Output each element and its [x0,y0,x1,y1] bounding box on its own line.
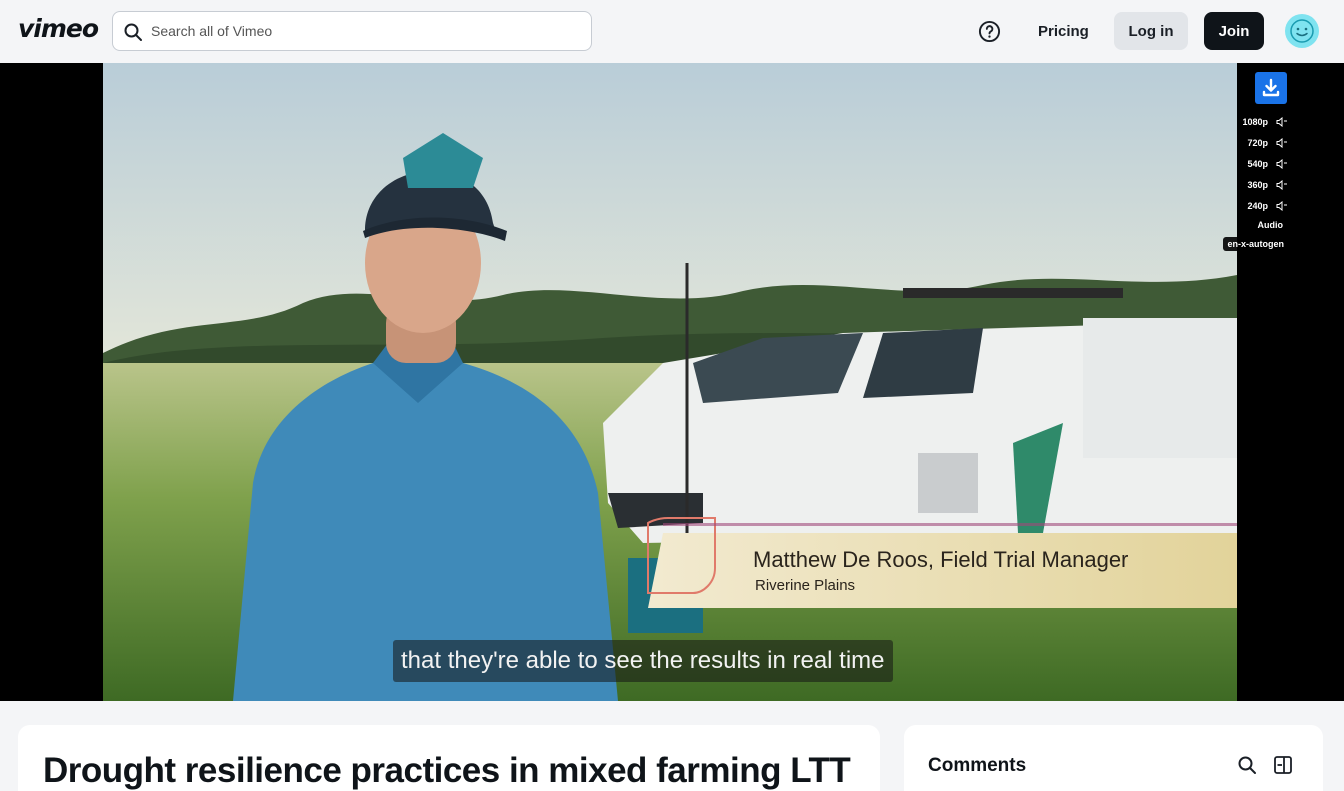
download-icon [1262,78,1280,97]
quality-option[interactable]: 360p [1218,174,1288,195]
search-icon [124,23,142,41]
smiley-icon [1290,19,1314,43]
speaker-icon [1276,200,1287,211]
panel-icon[interactable] [1273,755,1293,775]
comments-panel: Comments [904,725,1323,791]
quality-option[interactable]: 720p [1218,132,1288,153]
video-frame[interactable]: Matthew De Roos, Field Trial Manager Riv… [103,63,1237,701]
comments-heading: Comments [928,755,1027,776]
video-info-card: Drought resilience practices in mixed fa… [18,725,880,791]
speaker-icon [1276,137,1287,148]
video-scene [103,63,1237,701]
quality-option[interactable]: 1080p [1218,111,1288,132]
video-title: Drought resilience practices in mixed fa… [43,751,851,790]
download-button[interactable] [1255,72,1287,104]
quality-label: 240p [1243,198,1272,213]
site-header: vimeo Pricing Log in Join [0,0,1344,63]
subtitle-caption: that they're able to see the results in … [393,640,893,682]
login-button[interactable]: Log in [1114,12,1188,50]
pricing-link[interactable]: Pricing [1026,12,1101,50]
speaker-icon [1276,116,1287,127]
speaker-icon [1276,158,1287,169]
quality-option[interactable]: 240p [1218,195,1288,216]
quality-label: 360p [1243,177,1272,192]
search-input[interactable] [151,12,581,50]
quality-menu: 1080p 720p 540p 360p 240p Audio en-x-aut… [1218,111,1288,254]
help-icon[interactable] [978,20,1001,43]
text-track-label: en-x-autogen [1223,237,1288,251]
video-player[interactable]: Matthew De Roos, Field Trial Manager Riv… [0,63,1344,701]
quality-option[interactable]: 540p [1218,153,1288,174]
text-track-option[interactable]: en-x-autogen [1218,234,1288,254]
search-bar[interactable] [112,11,592,51]
quality-label: 720p [1243,135,1272,150]
audio-option[interactable]: Audio [1218,216,1288,234]
avatar-icon[interactable] [1285,14,1319,48]
quality-label: 1080p [1238,114,1272,129]
vimeo-logo[interactable]: vimeo [18,14,99,43]
search-icon[interactable] [1237,755,1257,775]
speaker-icon [1276,179,1287,190]
join-button[interactable]: Join [1204,12,1264,50]
quality-label: 540p [1243,156,1272,171]
